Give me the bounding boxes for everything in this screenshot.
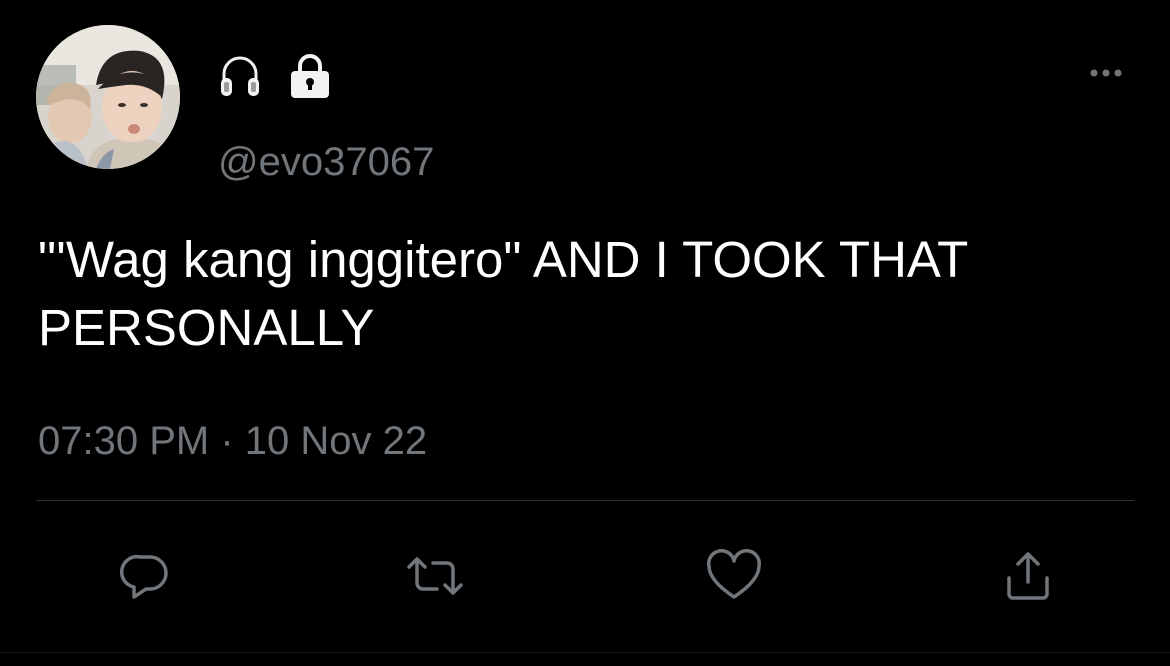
reply-button[interactable]	[115, 546, 175, 606]
display-name-icons	[218, 52, 332, 105]
avatar[interactable]	[36, 25, 180, 169]
tweet-time: 07:30 PM	[38, 419, 210, 463]
tweet-date: 10 Nov 22	[244, 419, 428, 463]
tweet-text: "'Wag kang inggitero" AND I TOOK THAT PE…	[38, 231, 982, 356]
like-icon	[707, 549, 761, 599]
tweet-timestamp[interactable]: 07:30 PM · 10 Nov 22	[38, 414, 427, 468]
reply-icon	[120, 554, 168, 599]
tweet: @evo37067 "'Wag kang inggitero" AND I TO…	[0, 0, 1170, 666]
user-handle[interactable]: @evo37067	[218, 138, 434, 186]
retweet-button[interactable]	[405, 546, 465, 606]
headphones-icon	[218, 52, 262, 105]
divider	[36, 500, 1134, 501]
more-options-icon[interactable]	[1084, 58, 1128, 88]
share-icon	[1007, 552, 1049, 600]
retweet-icon	[407, 557, 463, 595]
bottom-divider	[0, 652, 1170, 653]
like-button[interactable]	[704, 546, 764, 606]
timestamp-separator: ·	[220, 419, 234, 463]
share-button[interactable]	[998, 546, 1058, 606]
tweet-actions	[0, 546, 1170, 606]
avatar-photo	[36, 25, 180, 169]
lock-icon	[288, 52, 332, 105]
